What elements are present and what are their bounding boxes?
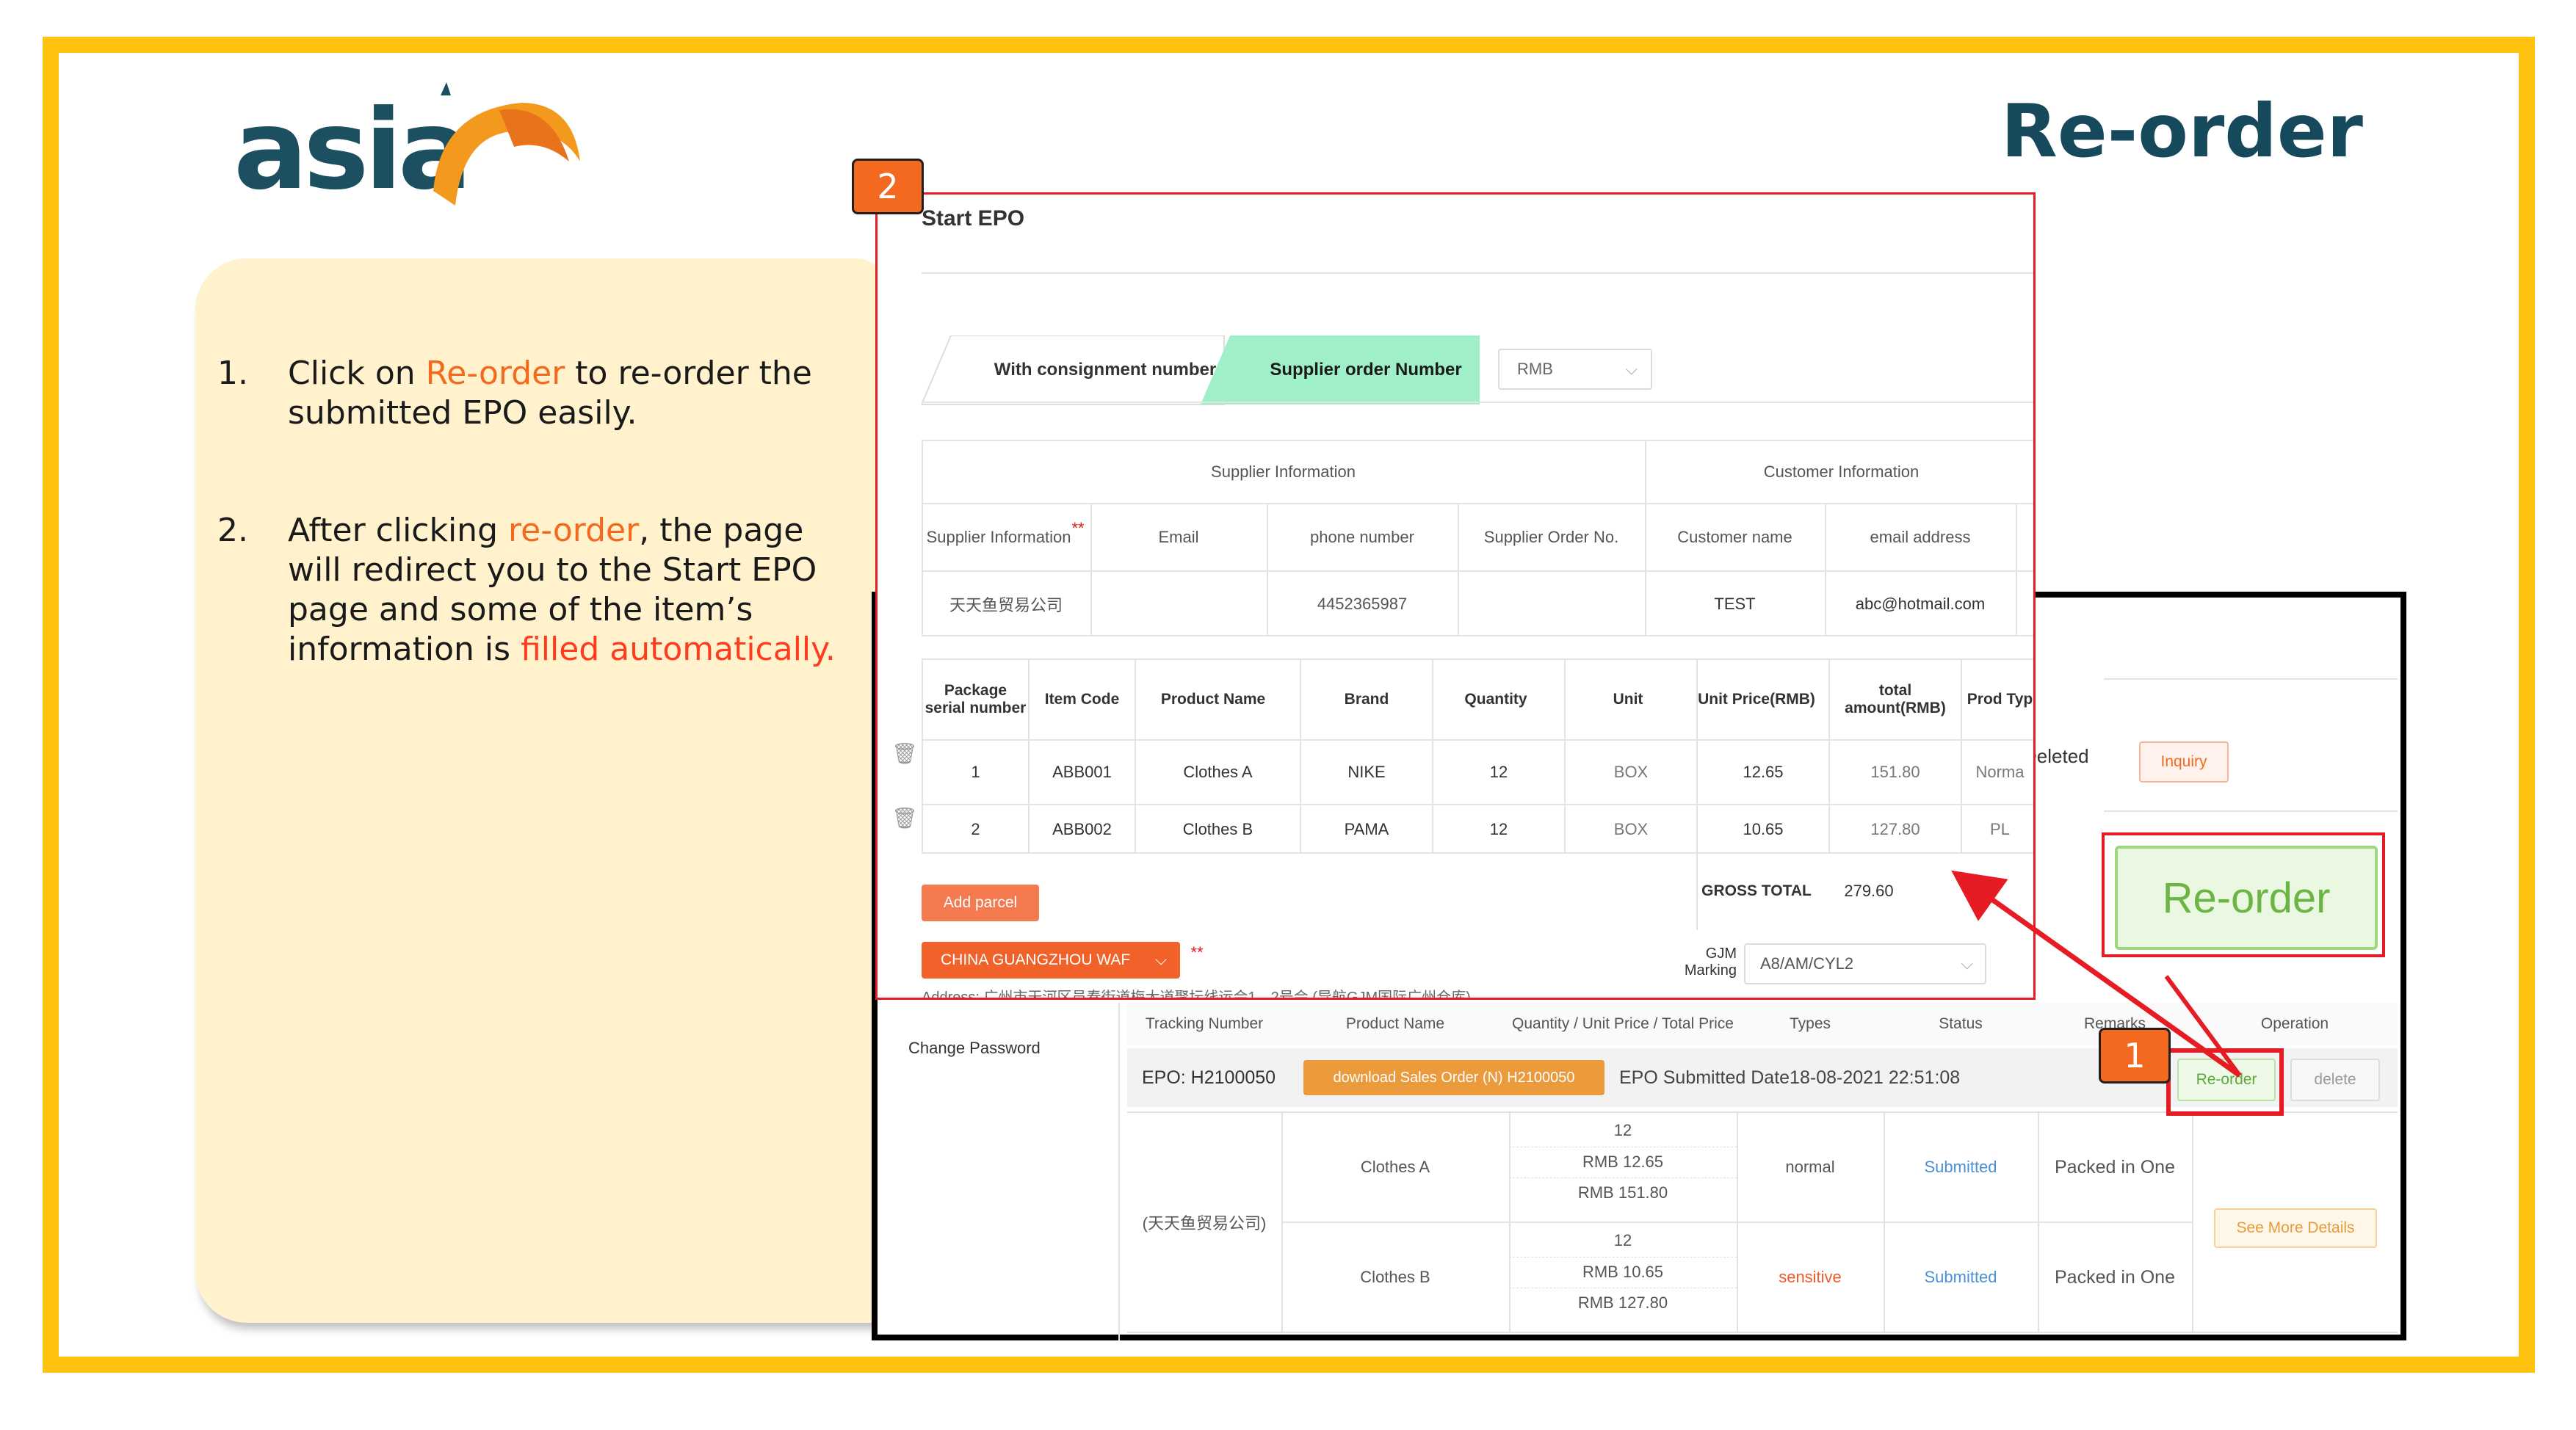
row-total: 127.80 xyxy=(1870,820,1920,838)
row-brand: NIKE xyxy=(1347,763,1386,781)
header-package-serial: Package serial number xyxy=(925,682,1027,716)
header-brand: Brand xyxy=(1344,691,1389,708)
see-more-details-button[interactable]: See More Details xyxy=(2214,1208,2377,1248)
row-type: Norma xyxy=(1975,763,2025,781)
header-unit-price: Unit Price(RMB) xyxy=(1698,691,1815,708)
email-address-label: email address xyxy=(1870,528,1971,546)
tab-with-consignment-number[interactable]: With consignment number xyxy=(984,335,1226,404)
header-product-type: Prod Typ xyxy=(1967,691,2033,708)
row-unit: BOX xyxy=(1613,820,1649,838)
row-total: 151.80 xyxy=(1870,763,1920,781)
row-product-name: Clothes A xyxy=(1183,763,1253,781)
header-quantity: Quantity xyxy=(1464,691,1527,708)
column-header-types: Types xyxy=(1737,1003,1884,1045)
instruction-step-1: 1. Click on Re-order to re-order the sub… xyxy=(217,355,812,432)
phone-label: phone number xyxy=(1310,528,1414,546)
trash-icon[interactable]: 🗑 xyxy=(891,806,918,830)
customer-name-value[interactable]: TEST xyxy=(1645,572,1825,636)
submitted-date: EPO Submitted Date18-08-2021 22:51:08 xyxy=(1619,1067,1961,1088)
reorder-highlight: Re-order xyxy=(425,355,565,392)
supplier-name: (天天鱼贸易公司) xyxy=(1142,1214,1267,1233)
row-brand: PAMA xyxy=(1344,820,1389,838)
instruction-step-2: 2. After clicking re-order, the page wil… xyxy=(217,512,836,668)
tab-supplier-order-number[interactable]: Supplier order Number xyxy=(1245,335,1487,404)
column-header-tracking: Tracking Number xyxy=(1127,1003,1281,1045)
currency-select[interactable]: RMB ⌵ xyxy=(1498,349,1652,390)
download-sales-order-button[interactable]: download Sales Order (N) H2100050 xyxy=(1303,1060,1604,1095)
step-badge-1: 1 xyxy=(2099,1028,2171,1084)
item-status: Submitted xyxy=(1924,1158,1997,1176)
instructions-panel: 1. Click on Re-order to re-order the sub… xyxy=(195,258,886,1323)
supplier-name-value: 天天鱼贸易公司 xyxy=(949,596,1063,614)
warehouse-select[interactable]: CHINA GUANGZHOU WAF ⌵ xyxy=(922,942,1180,979)
row-unit-price: 10.65 xyxy=(1743,820,1784,838)
row-unit: BOX xyxy=(1613,763,1649,781)
customer-name-label: Customer name xyxy=(1677,528,1792,546)
row-quantity: 12 xyxy=(1489,820,1508,838)
chevron-down-icon: ⌵ xyxy=(1155,951,1167,968)
trash-icon[interactable]: 🗑 xyxy=(891,741,918,766)
step-number: 1. xyxy=(217,355,248,392)
step-badge-2: 2 xyxy=(852,159,924,214)
product-name: Clothes A xyxy=(1360,1158,1430,1176)
deleted-text: Deleted xyxy=(2023,744,2089,767)
logo-globe-icon xyxy=(433,82,580,206)
item-status: Submitted xyxy=(1924,1268,1997,1286)
total-price: RMB 127.80 xyxy=(1509,1288,1737,1318)
email-address-value[interactable]: abc@hotmail.com xyxy=(1825,572,2016,636)
start-epo-title: Start EPO xyxy=(922,206,1025,231)
unit-price: RMB 10.65 xyxy=(1509,1257,1737,1287)
row-unit-price: 12.65 xyxy=(1743,763,1784,781)
header-total-amount: total amount(RMB) xyxy=(1845,682,1946,716)
header-product-name: Product Name xyxy=(1160,691,1266,708)
item-type: sensitive xyxy=(1779,1268,1842,1286)
supplier-information-label: Supplier Information xyxy=(926,528,1071,546)
row-item-code: ABB001 xyxy=(1052,763,1112,781)
column-header-product: Product Name xyxy=(1281,1003,1509,1045)
row-serial: 1 xyxy=(971,763,980,781)
inquiry-button[interactable]: Inquiry xyxy=(2139,741,2229,783)
step-number: 2. xyxy=(217,512,248,549)
quantity: 12 xyxy=(1613,1121,1632,1139)
header-unit: Unit xyxy=(1613,691,1643,708)
email-value[interactable] xyxy=(1090,572,1267,636)
chevron-down-icon: ⌵ xyxy=(1625,360,1638,378)
supplier-order-no-value[interactable] xyxy=(1458,572,1645,636)
supplier-order-no-label: Supplier Order No. xyxy=(1483,528,1619,546)
gross-total-value: 279.60 xyxy=(1844,882,1894,900)
unit-price: RMB 12.65 xyxy=(1509,1147,1737,1177)
start-epo-screenshot: Start EPO With consignment number Suppli… xyxy=(875,192,2036,1000)
epo-number: EPO: H2100050 xyxy=(1142,1067,1276,1088)
page-title: Re-order xyxy=(2000,88,2363,174)
item-remark: Packed in One xyxy=(2055,1156,2175,1177)
quantity: 12 xyxy=(1613,1231,1632,1249)
total-price: RMB 151.80 xyxy=(1509,1177,1737,1208)
row-type: PL xyxy=(1990,820,2010,838)
item-remark: Packed in One xyxy=(2055,1266,2175,1288)
item-type: normal xyxy=(1785,1158,1835,1176)
required-marker: ** xyxy=(1071,519,1085,537)
sidebar-item-change-password[interactable]: Change Password xyxy=(908,1034,1077,1063)
reorder-highlight: re-order xyxy=(508,512,640,549)
delete-button[interactable]: delete xyxy=(2290,1059,2380,1101)
gjm-marking-label: GJM Marking xyxy=(1684,946,1737,979)
required-marker: ** xyxy=(1190,943,1204,962)
product-name: Clothes B xyxy=(1360,1268,1430,1286)
address-text: Address: 广州市天河区员春街道梅大道聚坛线运会1，2号会 (导航GJM国… xyxy=(922,989,1471,1000)
header-item-code: Item Code xyxy=(1044,691,1120,708)
column-header-quantity-price: Quantity / Unit Price / Total Price xyxy=(1509,1003,1737,1045)
row-product-name: Clothes B xyxy=(1182,820,1253,838)
row-serial: 2 xyxy=(971,820,980,838)
email-label: Email xyxy=(1158,528,1199,546)
add-parcel-button[interactable]: Add parcel xyxy=(922,885,1039,921)
phone-value[interactable]: 4452365987 xyxy=(1267,572,1458,636)
supplier-information-header: Supplier Information xyxy=(1211,462,1356,481)
filled-automatically-highlight: filled automatically. xyxy=(521,631,836,668)
gross-total-label: GROSS TOTAL xyxy=(1701,882,1812,899)
row-quantity: 12 xyxy=(1489,763,1508,781)
customer-information-header: Customer Information xyxy=(1763,462,1920,481)
row-item-code: ABB002 xyxy=(1052,820,1112,838)
